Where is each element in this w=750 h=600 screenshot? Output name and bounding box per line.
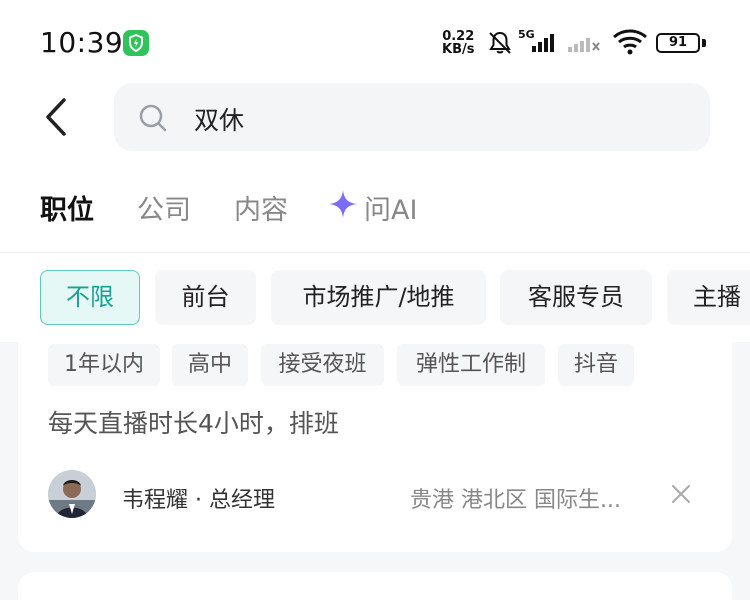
search-query: 双休	[194, 106, 245, 135]
recruiter-name: 韦程耀 · 总经理	[122, 488, 275, 513]
filter-chip-customer-service[interactable]: 客服专员	[500, 270, 652, 325]
sparkle-icon	[328, 189, 358, 226]
back-button[interactable]	[36, 96, 80, 140]
chevron-left-icon	[46, 98, 66, 136]
wifi-icon	[612, 28, 648, 60]
security-shield-icon	[123, 30, 149, 56]
status-time: 10:39	[40, 26, 124, 59]
network-speed-unit: KB/s	[442, 42, 475, 57]
filter-chip-streamer[interactable]: 主播	[667, 270, 750, 325]
status-bar: 10:39 0.22 KB/s 5G 91	[0, 0, 750, 80]
tab-jobs[interactable]: 职位	[40, 188, 94, 227]
filter-chip-marketing[interactable]: 市场推广/地推	[271, 270, 486, 325]
job-description: 每天直播时长4小时，排班	[48, 409, 339, 438]
job-card-next[interactable]	[18, 572, 732, 600]
battery-tip	[702, 39, 706, 47]
job-tag: 接受夜班	[261, 344, 384, 386]
filter-chip-reception[interactable]: 前台	[155, 270, 256, 325]
tab-ask-ai-label: 问AI	[364, 195, 418, 226]
job-location: 贵港 港北区 国际生...	[410, 488, 621, 513]
search-icon	[138, 103, 168, 137]
header-divider	[0, 252, 750, 253]
network-speed: 0.22 KB/s	[442, 30, 474, 56]
tab-companies[interactable]: 公司	[137, 188, 191, 227]
job-tag: 高中	[172, 344, 248, 386]
job-tag: 弹性工作制	[397, 344, 545, 386]
tab-content[interactable]: 内容	[234, 188, 288, 227]
avatar[interactable]	[48, 470, 96, 518]
job-tag: 抖音	[558, 344, 634, 386]
bell-muted-icon	[487, 30, 513, 60]
signal-sim2-icon	[566, 32, 602, 58]
battery-icon: 91	[656, 33, 700, 53]
battery-level: 91	[668, 35, 688, 50]
tab-ask-ai[interactable]: 问AI	[328, 188, 417, 227]
job-card[interactable]: 1年以内 高中 接受夜班 弹性工作制 抖音 每天直播时长4小时，排班 韦程耀 ·…	[18, 342, 732, 552]
category-tabs: 职位 公司 内容 问AI	[0, 180, 750, 230]
search-input[interactable]: 双休	[114, 83, 710, 151]
filter-chip-all[interactable]: 不限	[40, 270, 140, 325]
job-tag: 1年以内	[48, 344, 160, 386]
close-icon[interactable]	[670, 483, 692, 509]
